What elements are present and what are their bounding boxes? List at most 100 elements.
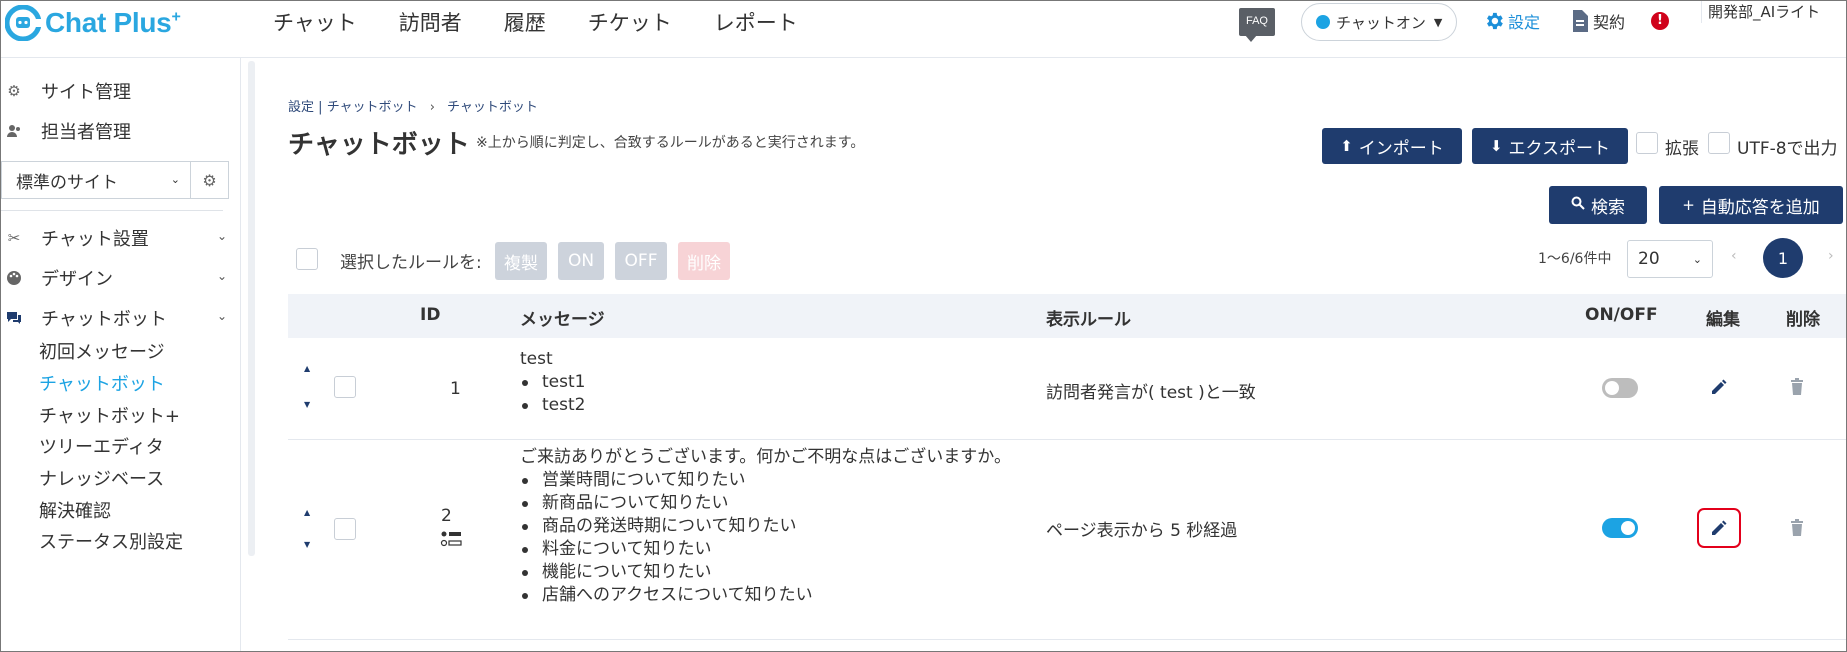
site-select[interactable]: 標準のサイト ⌄ — [1, 161, 191, 199]
bulk-delete-button[interactable]: 削除 — [678, 242, 730, 280]
sidebar-sub-resolution-check[interactable]: 解決確認 — [39, 497, 111, 523]
per-page-select[interactable]: 20 ⌄ — [1627, 240, 1713, 278]
settings-link[interactable]: 設定 — [1483, 9, 1540, 33]
enabled-toggle[interactable] — [1602, 518, 1638, 538]
logo[interactable]: Chat Plus+ — [4, 3, 181, 43]
faq-icon[interactable]: FAQ — [1239, 8, 1275, 42]
sidebar-item-label: デザイン — [41, 269, 113, 290]
sidebar-item-site-management[interactable]: ⚙ サイト管理 — [1, 76, 241, 106]
sidebar-sub-knowledge-base[interactable]: ナレッジベース — [39, 465, 164, 491]
breadcrumb-level2[interactable]: チャットボット — [447, 100, 538, 115]
top-bar: Chat Plus+ チャット 訪問者 履歴 チケット レポート FAQ チャッ… — [1, 1, 1846, 58]
contract-label: 契約 — [1593, 13, 1626, 32]
add-auto-response-button[interactable]: + 自動応答を追加 — [1659, 186, 1843, 224]
site-select-value: 標準のサイト — [16, 172, 118, 193]
enabled-toggle[interactable] — [1602, 378, 1638, 398]
breadcrumb-root[interactable]: 設定 — [288, 100, 314, 115]
nav-chat[interactable]: チャット — [273, 7, 357, 37]
chevron-down-icon: ⌄ — [216, 229, 227, 243]
export-button[interactable]: ⬇ エクスポート — [1472, 128, 1628, 164]
import-button[interactable]: ⬆ インポート — [1322, 128, 1462, 164]
table-header: ID メッセージ 表示ルール ON/OFF 編集 削除 — [288, 294, 1846, 338]
sidebar-scrollbar[interactable] — [248, 61, 255, 556]
list-item: 店舗へのアクセスについて知りたい — [520, 584, 1011, 607]
toggle-knob — [1605, 381, 1619, 395]
move-down-icon[interactable]: ▼ — [304, 540, 310, 549]
trash-icon[interactable] — [1786, 517, 1808, 539]
sidebar-sub-tree-editor[interactable]: ツリーエディタ — [39, 433, 164, 459]
gear-icon — [1487, 12, 1503, 30]
table-row: ▲ ▼ 2 ご来訪ありがとうございます。何かご不明な点はございますか。 営業時間… — [288, 440, 1846, 640]
list-item: 営業時間について知りたい — [520, 469, 1011, 492]
current-page-button[interactable]: 1 — [1763, 238, 1803, 278]
list-item: 機能について知りたい — [520, 561, 1011, 584]
expand-checkbox[interactable] — [1636, 132, 1658, 154]
nav-reports[interactable]: レポート — [714, 7, 798, 37]
status-label: チャットオン — [1336, 13, 1426, 32]
message-title: ご来訪ありがとうございます。何かご不明な点はございますか。 — [520, 447, 1011, 467]
sidebar-sub-chatbot-plus[interactable]: チャットボット+ — [39, 402, 180, 428]
bulk-on-button[interactable]: ON — [558, 242, 604, 280]
expand-label: 拡張 — [1665, 139, 1699, 159]
rule-id: 1 — [450, 379, 461, 399]
row-checkbox[interactable] — [334, 376, 356, 398]
sidebar-sub-chatbot[interactable]: チャットボット — [39, 370, 165, 396]
sidebar-item-design[interactable]: デザイン ⌄ — [1, 263, 241, 293]
move-down-icon[interactable]: ▼ — [304, 400, 310, 409]
edit-pencil-icon[interactable] — [1708, 517, 1730, 539]
message-options-list: 営業時間について知りたい 新商品について知りたい 商品の発送時期について知りたい… — [520, 469, 1011, 607]
nav-tickets[interactable]: チケット — [588, 7, 672, 37]
sidebar-sub-first-message[interactable]: 初回メッセージ — [39, 338, 165, 364]
sidebar-item-label: 担当者管理 — [41, 122, 131, 143]
sidebar: ⚙ サイト管理 担当者管理 標準のサイト ⌄ ⚙ ✂ チャット設置 ⌄ デザイン… — [1, 58, 241, 651]
breadcrumb-level1[interactable]: チャットボット — [327, 100, 418, 115]
utf8-checkbox[interactable] — [1708, 132, 1730, 154]
logo-text: Chat Plus+ — [45, 7, 181, 38]
palette-icon — [5, 269, 23, 287]
search-button[interactable]: 検索 — [1549, 186, 1647, 224]
bulk-off-button[interactable]: OFF — [615, 242, 667, 280]
nav-visitors[interactable]: 訪問者 — [399, 7, 462, 37]
sidebar-item-label: チャット設置 — [41, 229, 149, 250]
status-dropdown[interactable]: チャットオン ▼ — [1301, 3, 1457, 41]
list-item: 商品の発送時期について知りたい — [520, 515, 1011, 538]
sidebar-item-chatbot[interactable]: チャットボット ⌄ — [1, 303, 241, 333]
chevron-down-icon: ⌄ — [216, 269, 227, 283]
nav-history[interactable]: 履歴 — [504, 7, 546, 37]
chat-icon — [5, 309, 23, 327]
bulk-copy-button[interactable]: 複製 — [495, 242, 547, 280]
column-header-id: ID — [420, 305, 441, 325]
move-up-icon[interactable]: ▲ — [304, 364, 310, 373]
page-title: チャットボット — [288, 130, 470, 160]
row-checkbox[interactable] — [334, 518, 356, 540]
column-header-message: メッセージ — [520, 310, 605, 330]
prev-page-button[interactable]: ‹ — [1731, 248, 1737, 264]
move-up-icon[interactable]: ▲ — [304, 508, 310, 517]
search-icon — [1571, 196, 1585, 214]
select-all-checkbox[interactable] — [296, 248, 318, 270]
message-cell: test test1 test2 — [520, 348, 585, 417]
toggle-knob — [1621, 521, 1635, 535]
chevron-down-icon: ⌄ — [216, 309, 227, 323]
sidebar-item-chat-install[interactable]: ✂ チャット設置 ⌄ — [1, 223, 241, 253]
sidebar-divider — [1, 210, 223, 211]
add-label: 自動応答を追加 — [1700, 197, 1820, 218]
gear-icon: ⚙ — [7, 82, 21, 100]
download-icon: ⬇ — [1489, 137, 1503, 155]
sidebar-item-operator-management[interactable]: 担当者管理 — [1, 116, 241, 146]
rule-flag-icon — [440, 530, 464, 550]
user-menu[interactable]: 開発部_AIライト — [1701, 1, 1841, 23]
sidebar-sub-status-settings[interactable]: ステータス別設定 — [39, 528, 183, 554]
edit-pencil-icon[interactable] — [1708, 376, 1730, 398]
online-status-dot-icon — [1316, 15, 1330, 29]
per-page-value: 20 — [1638, 249, 1660, 269]
trash-icon[interactable] — [1786, 376, 1808, 398]
utf8-label: UTF-8で出力 — [1737, 139, 1838, 159]
settings-label: 設定 — [1508, 13, 1541, 32]
display-rule: ページ表示から 5 秒経過 — [1046, 521, 1238, 541]
alert-icon[interactable]: ! — [1651, 12, 1669, 30]
list-item: 料金について知りたい — [520, 538, 1011, 561]
contract-link[interactable]: 契約 — [1571, 9, 1625, 33]
site-settings-gear-icon[interactable]: ⚙ — [191, 161, 229, 199]
next-page-button[interactable]: › — [1828, 248, 1834, 264]
